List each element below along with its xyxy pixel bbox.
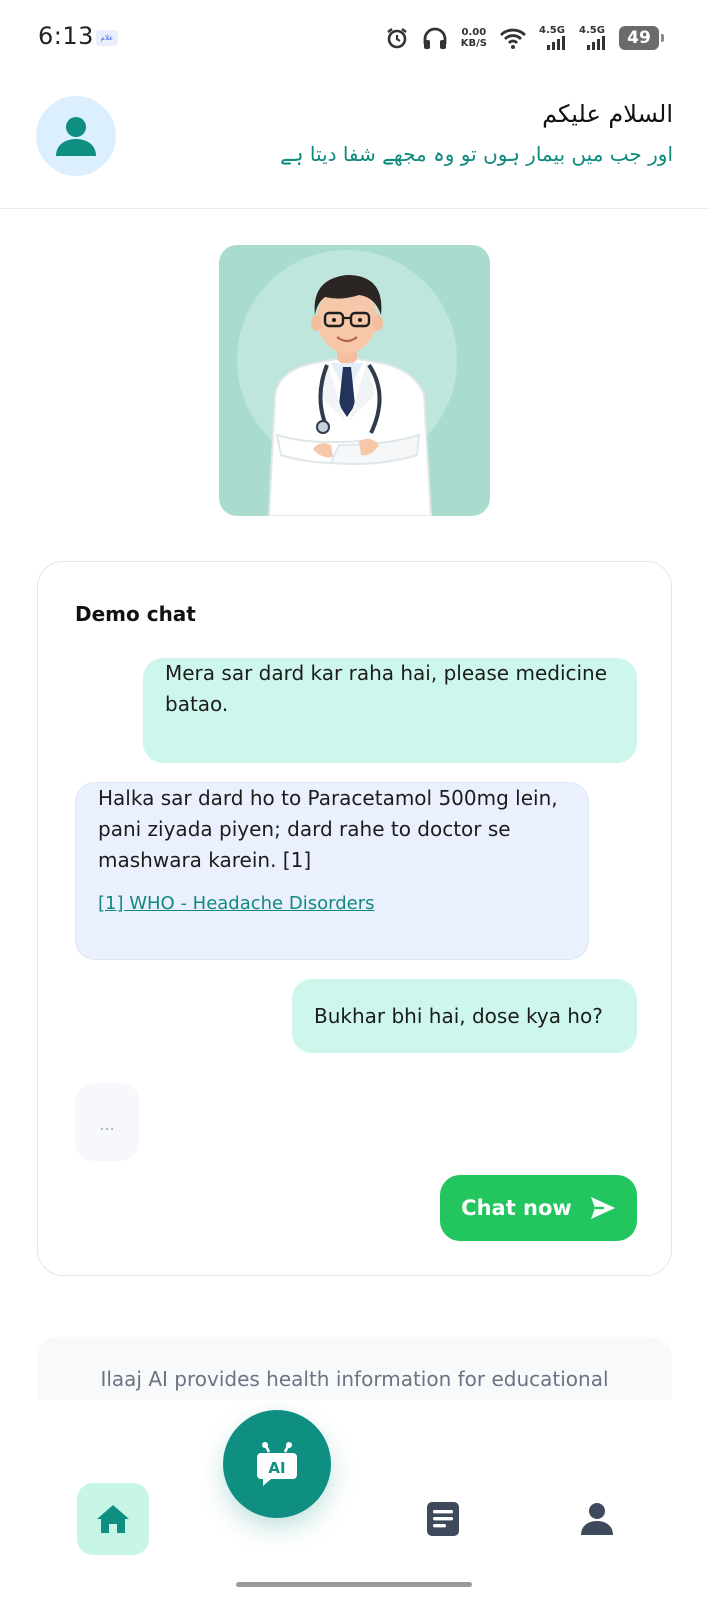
status-bar: 6:13 علام 0.00 KB/S 4.5G 4.5G 49 bbox=[0, 0, 709, 78]
ai-robot-icon: AI bbox=[257, 1442, 297, 1486]
wifi-icon bbox=[500, 28, 526, 49]
alarm-icon bbox=[387, 28, 407, 49]
greeting-title: السلام علیکم bbox=[542, 100, 673, 128]
nav-records[interactable] bbox=[424, 1500, 462, 1538]
headphones-icon bbox=[423, 27, 447, 49]
status-icons: 0.00 KB/S 4.5G 4.5G 49 bbox=[385, 22, 664, 54]
ai-message-text: Halka sar dard ho to Paracetamol 500mg l… bbox=[98, 786, 558, 872]
signal-2: 4.5G bbox=[579, 25, 607, 51]
bottom-navigation: AI bbox=[0, 1400, 709, 1600]
greeting-verse: اور جب میں بیمار ہوں تو وہ مجھے شفا دیتا… bbox=[280, 142, 673, 166]
disclaimer-card: Ilaaj AI provides health information for… bbox=[37, 1337, 672, 1400]
doctor-illustration bbox=[219, 245, 490, 516]
doctor-icon bbox=[237, 250, 457, 516]
signal-bars-icon bbox=[547, 36, 565, 50]
chat-now-button[interactable]: Chat now bbox=[440, 1175, 637, 1241]
demo-chat-title: Demo chat bbox=[75, 602, 196, 626]
user-message-bubble: Bukhar bhi hai, dose kya ho? bbox=[292, 979, 637, 1053]
typing-indicator: ... bbox=[75, 1083, 139, 1161]
chat-now-label: Chat now bbox=[461, 1196, 572, 1220]
greeting-block: السلام علیکم اور جب میں بیمار ہوں تو وہ … bbox=[280, 100, 673, 166]
notification-badge: علام bbox=[96, 30, 118, 46]
signal-1: 4.5G bbox=[539, 25, 567, 51]
status-time: 6:13 bbox=[38, 22, 94, 50]
demo-chat-card: Demo chat Mera sar dard kar raha hai, pl… bbox=[37, 561, 672, 1276]
home-indicator bbox=[236, 1582, 472, 1587]
ai-chat-button[interactable]: AI bbox=[223, 1410, 331, 1518]
user-icon bbox=[581, 1503, 613, 1535]
send-icon bbox=[590, 1197, 615, 1219]
battery-indicator: 49 bbox=[619, 26, 664, 50]
ai-label: AI bbox=[268, 1459, 285, 1477]
ai-message-bubble: Halka sar dard ho to Paracetamol 500mg l… bbox=[75, 782, 589, 960]
app-header: السلام علیکم اور جب میں بیمار ہوں تو وہ … bbox=[0, 78, 709, 209]
disclaimer-text: Ilaaj AI provides health information for… bbox=[100, 1367, 609, 1391]
profile-avatar[interactable] bbox=[36, 96, 116, 176]
nav-profile[interactable] bbox=[577, 1500, 617, 1538]
nav-home[interactable] bbox=[77, 1483, 149, 1555]
signal-bars-icon bbox=[587, 36, 605, 50]
network-speed: 0.00 KB/S bbox=[460, 27, 487, 49]
document-icon bbox=[427, 1502, 459, 1536]
user-icon bbox=[56, 117, 96, 156]
user-message-bubble: Mera sar dard kar raha hai, please medic… bbox=[143, 658, 637, 763]
reference-link[interactable]: [1] WHO - Headache Disorders bbox=[98, 888, 566, 919]
home-icon bbox=[97, 1505, 129, 1533]
